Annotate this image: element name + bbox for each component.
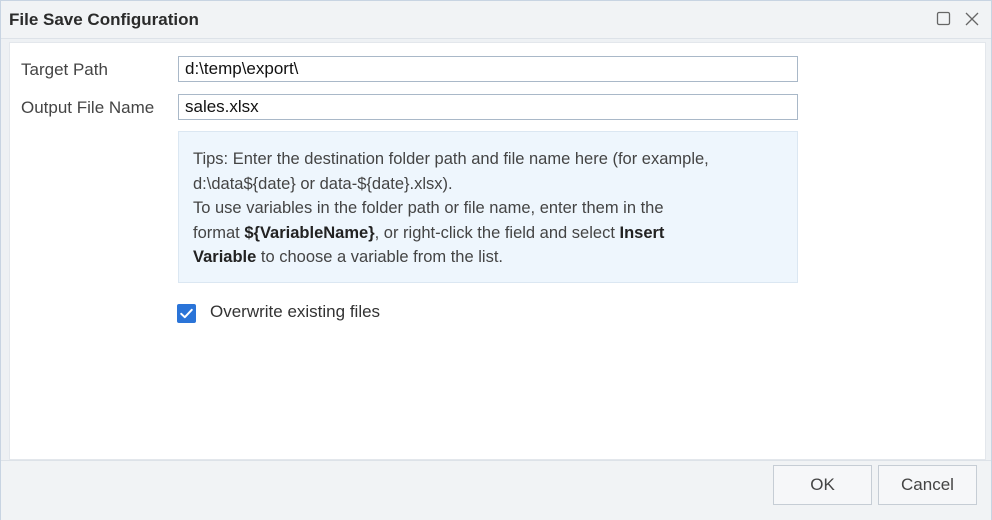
tips-line-5: Variable to choose a variable from the l… bbox=[193, 245, 783, 270]
maximize-icon bbox=[936, 11, 951, 26]
ok-button[interactable]: OK bbox=[773, 465, 872, 505]
checkmark-icon bbox=[180, 308, 193, 319]
cancel-button[interactable]: Cancel bbox=[878, 465, 977, 505]
tips-box: Tips: Enter the destination folder path … bbox=[178, 131, 798, 283]
tips-text: to choose a variable from the list. bbox=[256, 248, 503, 267]
overwrite-checkbox-label[interactable]: Overwrite existing files bbox=[210, 302, 380, 322]
dialog-content: Target Path Output File Name Tips: Enter… bbox=[9, 42, 986, 460]
dialog-footer: OK Cancel bbox=[1, 460, 991, 520]
close-button[interactable] bbox=[962, 9, 982, 29]
tips-line-1: Tips: Enter the destination folder path … bbox=[193, 150, 709, 168]
tips-variable-keyword: Variable bbox=[193, 248, 257, 267]
output-file-name-label: Output File Name bbox=[21, 98, 155, 117]
tips-line-4: format ${VariableName}, or right-click t… bbox=[193, 221, 783, 246]
tips-insert-keyword: Insert bbox=[619, 223, 665, 242]
target-path-input[interactable] bbox=[178, 56, 798, 82]
output-file-name-input[interactable] bbox=[178, 94, 798, 120]
dialog-titlebar: File Save Configuration bbox=[1, 1, 991, 39]
tips-text: format bbox=[193, 223, 245, 242]
target-path-label: Target Path bbox=[21, 60, 108, 79]
dialog-title: File Save Configuration bbox=[9, 10, 199, 29]
tips-variable-syntax: ${VariableName} bbox=[244, 223, 375, 242]
overwrite-checkbox[interactable] bbox=[177, 304, 196, 323]
tips-line-3: To use variables in the folder path or f… bbox=[193, 199, 664, 218]
maximize-button[interactable] bbox=[934, 9, 954, 29]
file-save-dialog: File Save Configuration Target Path Outp… bbox=[0, 0, 992, 520]
tips-line-2: d:\data${date} or data-${date}.xlsx). bbox=[193, 174, 453, 193]
close-icon bbox=[965, 12, 979, 26]
tips-text: , or right-click the field and select bbox=[374, 223, 620, 242]
